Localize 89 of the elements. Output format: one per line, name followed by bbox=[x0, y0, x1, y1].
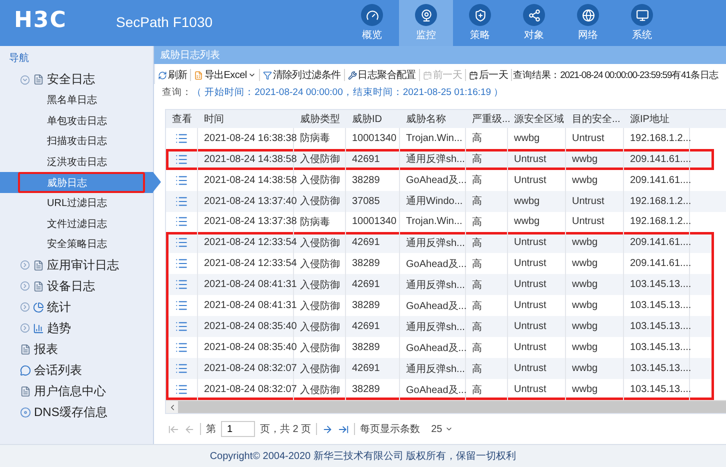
collapse-icon[interactable] bbox=[20, 74, 30, 84]
details-icon[interactable] bbox=[175, 194, 188, 208]
nav-tree-item[interactable]: 报表 bbox=[0, 338, 153, 360]
expand-icon[interactable] bbox=[20, 323, 30, 334]
next-page-icon[interactable] bbox=[322, 424, 334, 434]
document-icon bbox=[20, 344, 31, 355]
expand-icon[interactable] bbox=[20, 302, 30, 312]
gauge-icon bbox=[361, 4, 383, 26]
previous-page-icon[interactable] bbox=[184, 424, 195, 434]
chat-icon bbox=[20, 364, 31, 376]
nav-tree-item[interactable]: 单包攻击日志 bbox=[0, 110, 153, 132]
details-icon[interactable] bbox=[175, 278, 188, 292]
document-icon bbox=[33, 260, 44, 271]
details-icon[interactable] bbox=[175, 132, 188, 145]
details-icon[interactable] bbox=[175, 341, 188, 354]
panel-title: 威胁日志列表 bbox=[154, 46, 726, 64]
query-range: （ 开始时间：2021-08-24 00:00:00，结束时间：2021-08-25 01:16:19 ） bbox=[192, 86, 504, 99]
page-label: 第 bbox=[206, 423, 216, 436]
toolbar-button[interactable]: 导出Excel bbox=[191, 69, 260, 81]
nav-tree-item[interactable]: 安全策略日志 bbox=[0, 234, 153, 255]
column-header[interactable]: 威胁名称 bbox=[400, 110, 466, 128]
nav-tree-item[interactable]: 文件过滤日志 bbox=[0, 214, 153, 234]
caret-icon bbox=[248, 71, 256, 79]
column-header[interactable]: 时间 bbox=[198, 110, 294, 128]
page-input[interactable]: 1 bbox=[221, 421, 255, 437]
column-header[interactable]: 目的安全... bbox=[566, 110, 624, 128]
nav-tree-item[interactable]: 泛洪攻击日志 bbox=[0, 152, 153, 172]
copyright: Copyright© 2004-2020 新华三技术有限公司 版权所有，保留一切权利 bbox=[0, 444, 726, 467]
details-icon[interactable] bbox=[175, 152, 188, 166]
monitor-icon bbox=[631, 4, 653, 26]
details-icon[interactable] bbox=[175, 320, 188, 334]
nav-tree-item[interactable]: 黑名单日志 bbox=[0, 90, 153, 111]
share-icon bbox=[523, 4, 545, 26]
refresh-icon bbox=[158, 70, 167, 80]
spreadsheet-icon bbox=[194, 70, 204, 80]
filter-icon bbox=[262, 70, 272, 80]
column-header[interactable]: 源安全区域 bbox=[508, 110, 566, 128]
toolbar-button[interactable]: 清除列过滤条件 bbox=[260, 69, 345, 81]
bar-chart-icon bbox=[33, 322, 44, 334]
document-icon bbox=[33, 74, 44, 85]
document-icon bbox=[33, 280, 44, 292]
details-icon[interactable] bbox=[175, 362, 188, 376]
pie-chart-icon bbox=[33, 302, 44, 313]
details-icon[interactable] bbox=[175, 215, 188, 228]
disc-icon bbox=[20, 406, 31, 418]
nav-tree-item[interactable]: URL过滤日志 bbox=[0, 192, 153, 214]
nav-tree-item[interactable]: 趋势 bbox=[0, 318, 153, 339]
document-icon bbox=[20, 386, 31, 397]
page-size-select[interactable]: 25 bbox=[425, 422, 460, 436]
nav-tree-item[interactable]: 安全日志 bbox=[0, 69, 153, 90]
shield-icon bbox=[469, 4, 491, 26]
details-icon[interactable] bbox=[175, 299, 188, 312]
toolbar-button[interactable]: 后一天 bbox=[466, 69, 512, 81]
details-icon[interactable] bbox=[175, 257, 188, 270]
toolbar-button[interactable]: 日志聚合配置 bbox=[344, 69, 420, 81]
last-page-icon[interactable] bbox=[338, 424, 350, 434]
details-icon[interactable] bbox=[175, 236, 188, 250]
calendar-icon bbox=[422, 70, 432, 80]
nav-tree-item[interactable]: 应用审计日志 bbox=[0, 254, 153, 276]
horizontal-scrollbar[interactable] bbox=[166, 400, 726, 414]
result-text: 查询结果：2021-08-24 00:00:00-23:59:59有41条日志 bbox=[512, 68, 719, 82]
page-count: 页，共 2 页 bbox=[260, 422, 312, 436]
nav-tree-item[interactable]: 用户信息中心 bbox=[0, 380, 153, 402]
expand-icon[interactable] bbox=[20, 281, 30, 292]
column-header[interactable]: 威胁类型 bbox=[294, 110, 346, 128]
wrench-icon bbox=[348, 70, 357, 80]
first-page-icon[interactable] bbox=[168, 424, 179, 434]
nav-tree-item[interactable]: DNS缓存信息 bbox=[0, 402, 153, 423]
webcam-icon bbox=[415, 4, 437, 26]
caret-icon bbox=[445, 425, 454, 433]
product-name: SecPath F1030 bbox=[115, 13, 214, 32]
details-icon[interactable] bbox=[175, 174, 188, 187]
nav-tree-item[interactable]: 扫描攻击日志 bbox=[0, 131, 153, 152]
query-label: 查询： bbox=[162, 86, 192, 99]
globe-icon bbox=[577, 4, 599, 26]
column-header[interactable]: 严重级... bbox=[466, 110, 508, 128]
nav-tree-item[interactable]: 设备日志 bbox=[0, 276, 153, 297]
expand-icon[interactable] bbox=[20, 260, 30, 270]
nav-tree-item[interactable]: 统计 bbox=[0, 296, 153, 318]
calendar-icon bbox=[468, 70, 478, 80]
column-header[interactable]: 威胁ID bbox=[346, 110, 400, 128]
toolbar-button[interactable]: 刷新 bbox=[155, 69, 192, 81]
column-header[interactable]: 查看 bbox=[166, 110, 198, 128]
logo: H3C bbox=[13, 7, 68, 35]
nav-tree-item[interactable]: 会话列表 bbox=[0, 360, 153, 381]
page-size-label: 每页显示条数 bbox=[360, 423, 420, 436]
details-icon[interactable] bbox=[175, 383, 188, 396]
column-header[interactable]: 源IP地址 bbox=[624, 110, 690, 128]
sidebar-title: 导航 bbox=[8, 52, 30, 66]
